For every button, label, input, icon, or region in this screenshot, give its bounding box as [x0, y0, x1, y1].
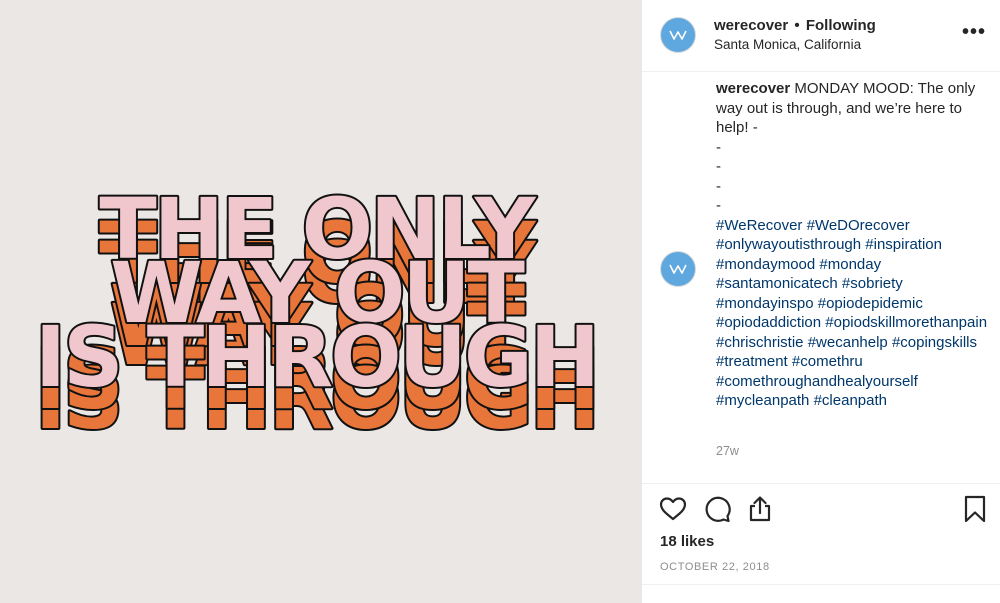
avatar[interactable]: [660, 17, 696, 53]
hashtag-link[interactable]: #wecanhelp: [808, 334, 888, 351]
caption-dash: -: [716, 197, 721, 214]
hashtag-link[interactable]: #sobriety: [842, 275, 903, 292]
hashtag-link[interactable]: #monday: [819, 256, 881, 273]
hashtag-link[interactable]: #mondayinspo: [716, 295, 814, 312]
divider: [642, 584, 1000, 585]
hashtag-list: #WeRecover #WeDOrecover #onlywayoutisthr…: [716, 216, 998, 411]
hashtag-link[interactable]: #comethroughandhealyourself: [716, 373, 918, 390]
more-options-button[interactable]: •••: [962, 22, 986, 42]
location-link[interactable]: Santa Monica, California: [714, 37, 861, 52]
header-user-line: werecover • Following: [714, 17, 876, 34]
hashtag-link[interactable]: #santamonicatech: [716, 275, 838, 292]
share-button[interactable]: [745, 494, 775, 524]
hashtag-link[interactable]: #opiodskillmorethanpain: [825, 314, 987, 331]
hashtag-link[interactable]: #chrischristie: [716, 334, 804, 351]
quote-front: THE ONLY WAY OUT IS THROUGH: [33, 178, 602, 408]
caption: werecover MONDAY MOOD: The only way out …: [716, 79, 998, 411]
post-side-panel: werecover • Following Santa Monica, Cali…: [642, 0, 1000, 603]
comment-button[interactable]: [702, 494, 732, 524]
caption-dash: -: [716, 138, 721, 156]
hashtag-link[interactable]: #mycleanpath: [716, 392, 809, 409]
hashtag-link[interactable]: #cleanpath: [814, 392, 887, 409]
post-image[interactable]: THE ONLY WAY OUT IS THROUGH THE ONLY WAY…: [0, 0, 642, 603]
caption-dash: -: [716, 158, 721, 175]
bookmark-icon: [964, 495, 986, 523]
hashtag-link[interactable]: #WeRecover: [716, 217, 802, 234]
hashtag-link[interactable]: #onlywayoutisthrough: [716, 236, 861, 253]
caption-dash: -: [716, 177, 721, 195]
like-button[interactable]: [658, 494, 688, 524]
comment-icon: [705, 496, 731, 523]
hashtag-link[interactable]: #comethru: [792, 353, 863, 370]
logo-icon: [669, 30, 687, 40]
share-icon: [749, 496, 771, 522]
hashtag-link[interactable]: #opiodepidemic: [818, 295, 923, 312]
comments-area: werecover MONDAY MOOD: The only way out …: [642, 73, 1000, 483]
quote-artwork: THE ONLY WAY OUT IS THROUGH THE ONLY WAY…: [33, 178, 602, 450]
post-time-ago[interactable]: 27w: [716, 444, 739, 458]
likes-count[interactable]: 18 likes: [660, 533, 714, 550]
heart-icon: [659, 497, 687, 521]
hashtag-link[interactable]: #opiodaddiction: [716, 314, 821, 331]
hashtag-link[interactable]: #treatment: [716, 353, 788, 370]
hashtag-link[interactable]: #copingskills: [892, 334, 977, 351]
hashtag-link[interactable]: #inspiration: [865, 236, 942, 253]
separator-dot: •: [794, 17, 800, 34]
hashtag-link[interactable]: #mondaymood: [716, 256, 815, 273]
username-link[interactable]: werecover: [714, 17, 788, 34]
quote-line-3: IS THROUGH: [35, 308, 597, 406]
post-header: werecover • Following Santa Monica, Cali…: [642, 0, 1000, 72]
post-date[interactable]: OCTOBER 22, 2018: [660, 561, 770, 573]
caption-avatar[interactable]: [660, 251, 696, 287]
hashtag-link[interactable]: #WeDOrecover: [807, 217, 910, 234]
save-button[interactable]: [960, 494, 990, 524]
action-bar: 18 likes OCTOBER 22, 2018: [642, 483, 1000, 603]
caption-username[interactable]: werecover: [716, 80, 790, 97]
logo-icon: [669, 264, 687, 274]
following-button[interactable]: Following: [806, 17, 876, 34]
